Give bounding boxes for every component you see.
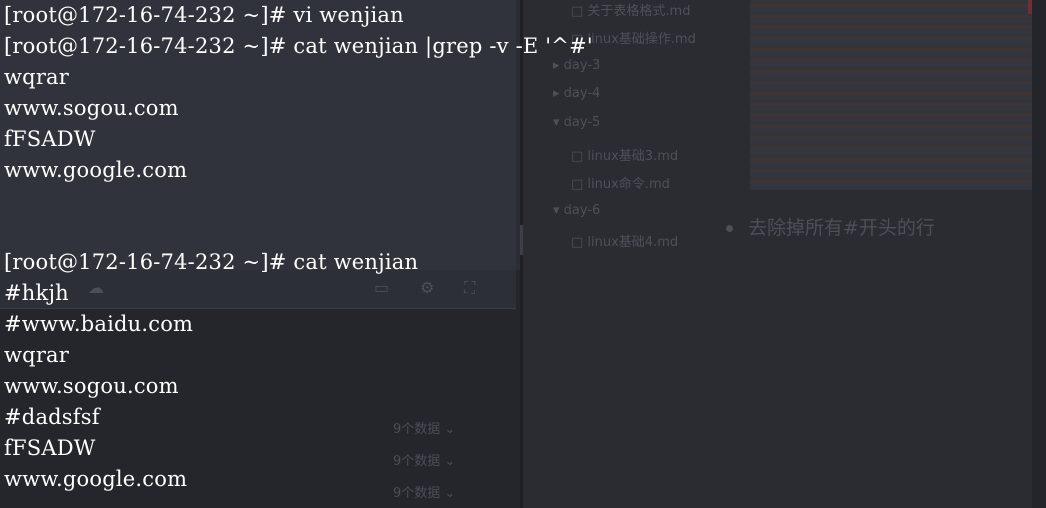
terminal-output-line: www.sogou.com [4, 96, 179, 120]
terminal-output-line: fFSADW [4, 127, 96, 151]
fullscreen-icon: ⛶ [464, 278, 476, 297]
tree-folder: ▸ day-4 [553, 86, 601, 101]
bullet-dot [726, 225, 733, 232]
terminal-output-line: #hkjh [4, 281, 69, 305]
terminal-output-line: www.google.com [4, 467, 188, 491]
blurred-dropdown: 9个数据 ⌄ [393, 454, 456, 469]
terminal-output-line: #dadsfsf [4, 405, 100, 429]
tree-item: □ 关于表格格式.md [571, 4, 691, 19]
tree-item: □ linux基础3.md [571, 149, 679, 164]
gear-icon: ⚙ [420, 278, 435, 297]
bullet-label: 去除掉所有#开头的行 [748, 217, 935, 239]
terminal-output-line: #www.baidu.com [4, 312, 194, 336]
terminal-prompt-line: [root@172-16-74-232 ~]# cat wenjian |gre… [4, 34, 593, 58]
terminal-prompt-line: [root@172-16-74-232 ~]# cat wenjian [4, 250, 419, 274]
terminal-output-line: wqrar [4, 343, 70, 367]
blurred-dropdown: 9个数据 ⌄ [393, 422, 456, 437]
blurred-image-thumbnail [750, 0, 1032, 190]
terminal-prompt-line: [root@172-16-74-232 ~]# vi wenjian [4, 3, 404, 27]
terminal-output-line: fFSADW [4, 436, 96, 460]
tree-item: □ linux基础4.md [571, 235, 679, 250]
tree-folder: ▾ day-5 [553, 115, 601, 130]
tree-item: □ linux命令.md [571, 177, 670, 192]
terminal-output-line: www.sogou.com [4, 374, 179, 398]
background-right-pane: □ 关于表格格式.md □ linux基础操作.md ▸ day-3 ▸ day… [523, 0, 1046, 508]
blurred-bullet-text: 去除掉所有#开头的行 [726, 213, 935, 240]
cloud-icon: ☁ [88, 278, 104, 297]
blurred-dropdown: 9个数据 ⌄ [393, 486, 456, 501]
terminal-output-line: www.google.com [4, 158, 188, 182]
tree-folder: ▾ day-6 [553, 203, 601, 218]
right-scrollbar [1032, 0, 1046, 508]
screen-icon: ▭ [374, 278, 390, 297]
terminal-output-line: wqrar [4, 65, 70, 89]
